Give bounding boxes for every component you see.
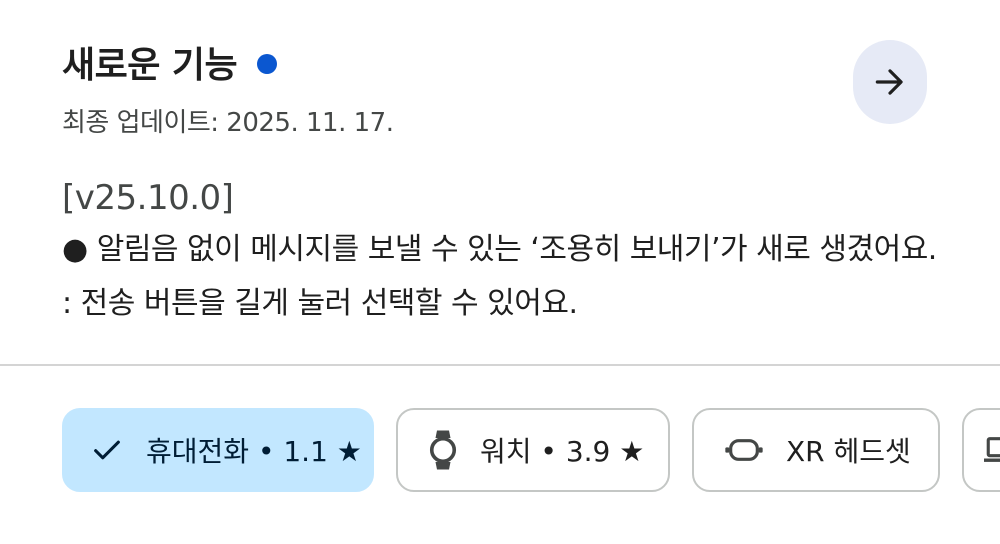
device-filter-chips: 휴대전화 • 1.1 ★ 워치 • 3.9 ★ XR 헤드셋	[62, 408, 1000, 492]
chip-watch[interactable]: 워치 • 3.9 ★	[396, 408, 670, 492]
new-indicator-dot	[257, 54, 278, 74]
release-version: [v25.10.0]	[62, 178, 234, 218]
check-icon	[90, 433, 124, 467]
chip-label: XR 헤드셋	[786, 435, 911, 468]
arrow-right-icon	[875, 69, 903, 95]
open-details-button[interactable]	[853, 40, 927, 124]
release-note-line: : 전송 버튼을 길게 눌러 선택할 수 있어요.	[62, 286, 578, 321]
watch-icon	[428, 429, 458, 471]
laptop-icon	[984, 435, 1000, 465]
section-divider	[0, 364, 1000, 366]
chip-label: 워치 • 3.9 ★	[480, 435, 645, 468]
release-note-line: ● 알림음 없이 메시지를 보낼 수 있는 ‘조용히 보내기’가 새로 생겼어요…	[62, 232, 937, 267]
chip-xr-headset[interactable]: XR 헤드셋	[692, 408, 940, 492]
title-row: 새로운 기능	[62, 36, 393, 88]
whats-new-panel: 새로운 기능 최종 업데이트: 2025. 11. 17. [v25.10.0]…	[0, 0, 1000, 544]
chip-laptop[interactable]	[962, 408, 1000, 492]
vr-headset-icon	[724, 436, 764, 464]
whats-new-header: 새로운 기능 최종 업데이트: 2025. 11. 17.	[62, 36, 394, 139]
chip-label: 휴대전화 • 1.1 ★	[146, 435, 362, 468]
release-notes: [v25.10.0] ● 알림음 없이 메시지를 보낼 수 있는 ‘조용히 보내…	[62, 178, 937, 326]
last-updated-text: 최종 업데이트: 2025. 11. 17.	[62, 108, 394, 138]
section-title: 새로운 기능	[62, 45, 238, 86]
chip-phone[interactable]: 휴대전화 • 1.1 ★	[62, 408, 374, 492]
